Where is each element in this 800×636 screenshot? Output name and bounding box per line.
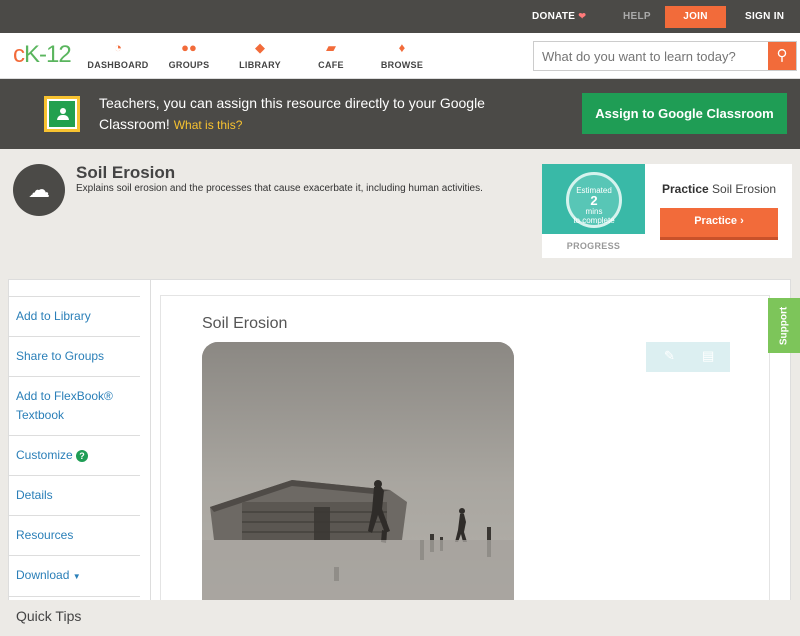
assign-to-google-classroom-button[interactable]: Assign to Google Classroom	[582, 93, 787, 134]
progress-mins-unit: mins	[585, 207, 603, 216]
practice-title-bold: Practice	[662, 182, 709, 196]
search-box: ⚲	[533, 41, 797, 71]
search-button[interactable]: ⚲	[768, 42, 796, 70]
banner-text: Teachers, you can assign this resource d…	[99, 95, 485, 132]
what-is-this-link[interactable]: What is this?	[174, 118, 243, 132]
sidebar: Add to Library Share to Groups Add to Fl…	[9, 296, 140, 636]
help-icon[interactable]: ?	[76, 450, 89, 462]
practice-button-label: Practice	[694, 215, 738, 227]
progress-graphic: Estimated 2 mins to complete	[542, 164, 645, 234]
donate-label: DONATE	[532, 11, 576, 22]
nav-dashboard-label: DASHBOARD	[87, 60, 149, 70]
topic-title: Soil Erosion	[76, 163, 176, 182]
logo-c: c	[13, 41, 25, 68]
topic-description: Explains soil erosion and the processes …	[76, 183, 483, 194]
nav-groups[interactable]: ●● GROUPS	[154, 40, 224, 71]
nav-cafe[interactable]: ▰ CAFE	[296, 40, 366, 71]
support-label: Support	[778, 306, 790, 346]
dashboard-icon: ◔	[114, 40, 122, 55]
groups-icon: ●●	[181, 40, 197, 55]
help-link[interactable]: HELP	[623, 0, 651, 33]
browse-icon: ♦	[398, 40, 406, 55]
practice-title-topic: Soil Erosion	[712, 182, 777, 196]
donate-link[interactable]: DONATE ❤	[532, 0, 586, 33]
notes-icon[interactable]: ▤	[702, 348, 714, 364]
heart-icon: ❤	[578, 11, 587, 21]
sidebar-item-details[interactable]: Details	[9, 475, 140, 515]
customize-label: Customize	[16, 448, 73, 462]
join-button[interactable]: JOIN	[665, 6, 726, 28]
progress-label: PROGRESS	[566, 241, 621, 251]
sidebar-item-add-to-library[interactable]: Add to Library	[9, 296, 140, 336]
sign-in-link[interactable]: SIGN IN	[745, 0, 784, 33]
download-label: Download	[16, 568, 70, 582]
main-nav: cK-12 ◔ DASHBOARD ●● GROUPS ◆ LIBRARY ▰ …	[0, 33, 800, 79]
google-classroom-icon	[44, 96, 80, 132]
cafe-icon: ▰	[326, 40, 336, 55]
main-title: Soil Erosion	[202, 315, 288, 332]
library-icon: ◆	[255, 40, 265, 55]
sidebar-item-customize[interactable]: Customize ?	[9, 435, 140, 475]
sidebar-divider	[150, 280, 151, 600]
topic-header: ☁ Soil Erosion Explains soil erosion and…	[0, 150, 800, 278]
ck12-logo[interactable]: cK-12	[13, 41, 72, 69]
nav-cafe-label: CAFE	[318, 60, 344, 70]
practice-button[interactable]: Practice ›	[660, 208, 778, 240]
banner-message: Teachers, you can assign this resource d…	[99, 93, 539, 136]
sidebar-item-add-to-flexbook[interactable]: Add to FlexBook® Textbook	[9, 376, 140, 435]
practice-card: Estimated 2 mins to complete PROGRESS Pr…	[542, 164, 792, 258]
nav-library[interactable]: ◆ LIBRARY	[225, 40, 295, 71]
dust-bowl-photo-svg	[202, 342, 514, 600]
chevron-right-icon: ›	[740, 215, 744, 227]
weather-storm-icon: ☁	[13, 164, 65, 216]
caret-down-icon: ▼	[72, 572, 81, 581]
nav-dashboard[interactable]: ◔ DASHBOARD	[83, 40, 153, 71]
content-tools: ✎ ▤	[646, 342, 730, 372]
nav-browse[interactable]: ♦ BROWSE	[367, 40, 437, 71]
nav-library-label: LIBRARY	[239, 60, 281, 70]
logo-rest: K-12	[24, 41, 72, 68]
progress-mins-value: 2	[590, 193, 598, 208]
search-input[interactable]	[534, 42, 768, 70]
support-tab[interactable]: Support	[768, 298, 800, 353]
sidebar-item-share-to-groups[interactable]: Share to Groups	[9, 336, 140, 376]
practice-title: Practice Soil Erosion	[662, 182, 776, 196]
top-utility-bar: DONATE ❤ HELP JOIN SIGN IN	[0, 0, 800, 33]
nav-browse-label: BROWSE	[380, 60, 424, 70]
sidebar-item-download[interactable]: Download ▼	[9, 555, 140, 596]
pencil-icon[interactable]: ✎	[664, 348, 675, 364]
progress-ring: Estimated 2 mins to complete	[566, 172, 622, 228]
nav-groups-label: GROUPS	[168, 60, 210, 70]
search-icon: ⚲	[776, 47, 788, 64]
progress-to-complete: to complete	[573, 216, 615, 225]
sidebar-item-resources[interactable]: Resources	[9, 515, 140, 555]
dust-bowl-photo	[202, 342, 514, 600]
quick-tips-heading: Quick Tips	[9, 596, 140, 636]
